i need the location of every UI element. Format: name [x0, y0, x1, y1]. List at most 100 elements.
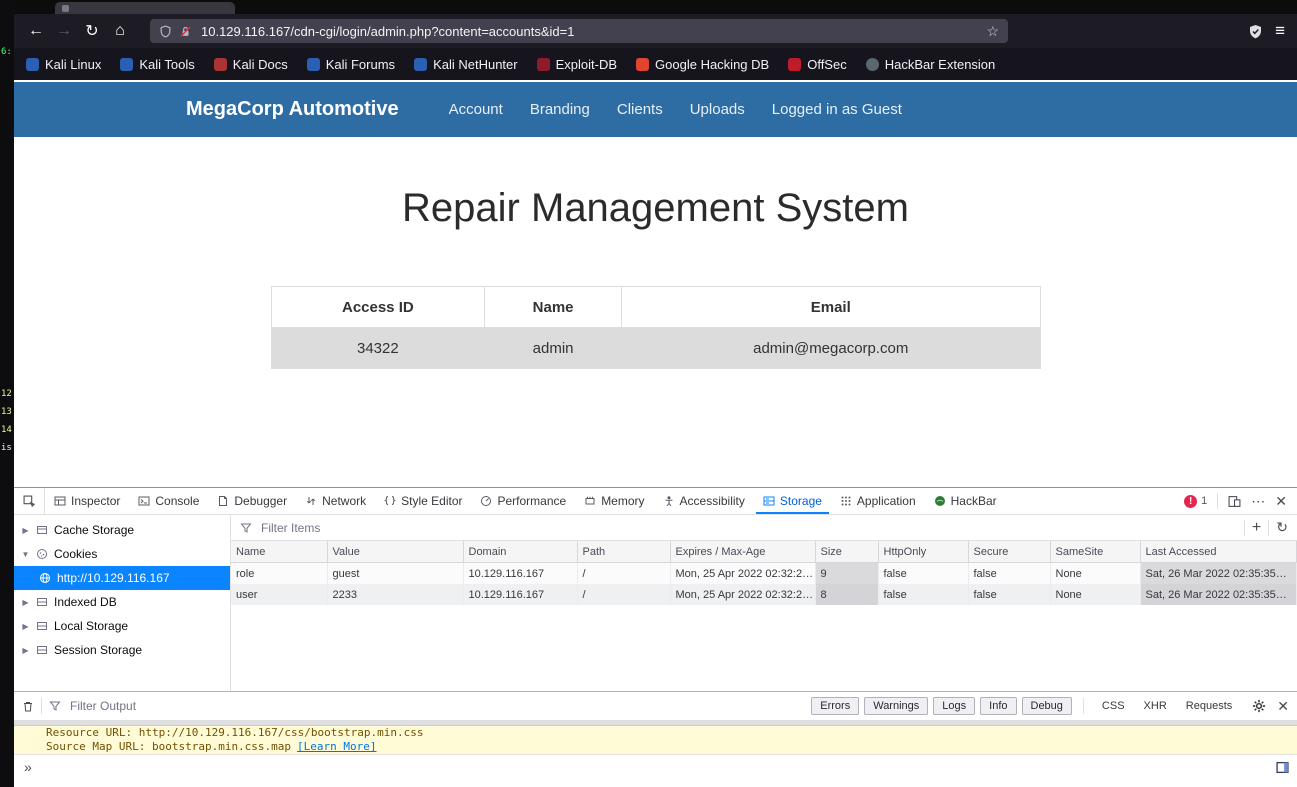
filter-warnings-button[interactable]: Warnings — [864, 697, 928, 715]
add-item-icon[interactable]: + — [1252, 519, 1261, 537]
cookie-cell[interactable]: / — [577, 563, 670, 585]
tab-debugger[interactable]: Debugger — [208, 488, 296, 514]
tab-memory[interactable]: Memory — [575, 488, 653, 514]
col-header-path[interactable]: Path — [577, 541, 670, 563]
cookie-cell[interactable]: 10.129.116.167 — [463, 584, 577, 605]
tab-accessibility[interactable]: Accessibility — [654, 488, 754, 514]
expand-console-chevrons-icon[interactable]: » — [24, 759, 32, 775]
col-header-expires[interactable]: Expires / Max-Age — [670, 541, 815, 563]
cookie-cell[interactable]: Mon, 25 Apr 2022 02:32:2… — [670, 563, 815, 585]
cookie-row-user[interactable]: user 2233 10.129.116.167 / Mon, 25 Apr 2… — [231, 584, 1297, 605]
chevron-right-icon[interactable]: ▶ — [21, 646, 30, 655]
filter-logs-button[interactable]: Logs — [933, 697, 975, 715]
nav-link-branding[interactable]: Branding — [530, 101, 590, 118]
nav-link-logged-in-as-guest[interactable]: Logged in as Guest — [772, 101, 902, 118]
bookmark-kali-linux[interactable]: Kali Linux — [26, 57, 101, 72]
cookie-cell[interactable]: None — [1050, 563, 1140, 585]
cookie-cell[interactable]: 2233 — [327, 584, 463, 605]
tab-network[interactable]: Network — [296, 488, 375, 514]
tab-style-editor[interactable]: Style Editor — [375, 488, 471, 514]
bookmark-google-hacking-db[interactable]: Google Hacking DB — [636, 57, 769, 72]
col-header-name[interactable]: Name — [231, 541, 327, 563]
nav-link-clients[interactable]: Clients — [617, 101, 663, 118]
cookie-row-role[interactable]: role guest 10.129.116.167 / Mon, 25 Apr … — [231, 563, 1297, 585]
tab-inspector[interactable]: Inspector — [45, 488, 129, 514]
col-header-value[interactable]: Value — [327, 541, 463, 563]
col-header-size[interactable]: Size — [815, 541, 878, 563]
refresh-items-icon[interactable]: ↻ — [1276, 519, 1288, 536]
bookmark-kali-nethunter[interactable]: Kali NetHunter — [414, 57, 518, 72]
cookie-cell[interactable]: Mon, 25 Apr 2022 02:32:2… — [670, 584, 815, 605]
console-message[interactable]: Resource URL: http://10.129.116.167/css/… — [14, 726, 1297, 740]
cookie-cell[interactable]: false — [878, 584, 968, 605]
cookie-cell[interactable]: false — [878, 563, 968, 585]
sidebar-toggle-icon[interactable] — [1276, 761, 1289, 774]
site-brand[interactable]: MegaCorp Automotive — [186, 98, 399, 121]
reload-button[interactable]: ↻ — [78, 18, 106, 44]
cookie-cell[interactable]: guest — [327, 563, 463, 585]
col-header-last-accessed[interactable]: Last Accessed — [1140, 541, 1297, 563]
chevron-right-icon[interactable]: ▶ — [21, 598, 30, 607]
filter-requests-button[interactable]: Requests — [1179, 698, 1239, 714]
bookmark-star-icon[interactable]: ☆ — [986, 23, 999, 40]
browser-tab[interactable] — [55, 2, 235, 14]
console-message[interactable]: Source Map URL: bootstrap.min.css.map[Le… — [14, 740, 1297, 754]
learn-more-link[interactable]: [Learn More] — [297, 740, 376, 753]
console-filter-input[interactable] — [68, 698, 312, 714]
cookie-cell[interactable]: 9 — [815, 563, 878, 585]
bookmark-exploit-db[interactable]: Exploit-DB — [537, 57, 617, 72]
menu-hamburger-icon[interactable]: ≡ — [1275, 21, 1285, 41]
forward-button[interactable]: → — [50, 18, 78, 44]
devtools-meatball-menu-icon[interactable]: ⋯ — [1251, 493, 1265, 510]
clear-console-trash-icon[interactable] — [22, 700, 34, 713]
sidebar-item-local-storage[interactable]: ▶ Local Storage — [14, 614, 230, 638]
bookmark-offsec[interactable]: OffSec — [788, 57, 847, 72]
filter-css-button[interactable]: CSS — [1095, 698, 1132, 714]
insecure-lock-icon[interactable] — [179, 25, 192, 38]
bookmark-kali-forums[interactable]: Kali Forums — [307, 57, 395, 72]
chevron-right-icon[interactable]: ▶ — [21, 526, 30, 535]
col-header-domain[interactable]: Domain — [463, 541, 577, 563]
sidebar-item-session-storage[interactable]: ▶ Session Storage — [14, 638, 230, 662]
sidebar-item-cookies[interactable]: ▼ Cookies — [14, 542, 230, 566]
nav-link-uploads[interactable]: Uploads — [690, 101, 745, 118]
bookmark-hackbar-extension[interactable]: HackBar Extension — [866, 57, 996, 72]
cookie-cell[interactable]: false — [968, 584, 1050, 605]
chevron-right-icon[interactable]: ▶ — [21, 622, 30, 631]
url-bar[interactable]: ☆ — [150, 19, 1008, 43]
sidebar-item-cache-storage[interactable]: ▶ Cache Storage — [14, 518, 230, 542]
storage-filter-input[interactable] — [259, 520, 1237, 536]
sidebar-item-cookie-host[interactable]: http://10.129.116.167 — [14, 566, 230, 590]
tab-storage[interactable]: Storage — [754, 488, 831, 514]
bookmark-kali-docs[interactable]: Kali Docs — [214, 57, 288, 72]
extension-shield-icon[interactable] — [1248, 24, 1263, 39]
cookie-cell[interactable]: false — [968, 563, 1050, 585]
tab-application[interactable]: Application — [831, 488, 925, 514]
url-input[interactable] — [199, 23, 979, 40]
filter-info-button[interactable]: Info — [980, 697, 1016, 715]
col-header-samesite[interactable]: SameSite — [1050, 541, 1140, 563]
bookmark-kali-tools[interactable]: Kali Tools — [120, 57, 194, 72]
back-button[interactable]: ← — [22, 18, 50, 44]
cookie-cell[interactable]: / — [577, 584, 670, 605]
cookie-cell[interactable]: role — [231, 563, 327, 585]
tab-hackbar[interactable]: HackBar — [925, 488, 1006, 514]
cookie-cell[interactable]: 10.129.116.167 — [463, 563, 577, 585]
error-badge-icon[interactable]: ! — [1184, 495, 1197, 508]
col-header-httponly[interactable]: HttpOnly — [878, 541, 968, 563]
home-button[interactable]: ⌂ — [106, 18, 134, 44]
tracking-protection-shield-icon[interactable] — [159, 25, 172, 38]
responsive-design-mode-icon[interactable] — [1228, 495, 1241, 508]
tab-performance[interactable]: Performance — [471, 488, 575, 514]
cookie-cell[interactable]: Sat, 26 Mar 2022 02:35:35… — [1140, 584, 1297, 605]
tab-console[interactable]: Console — [129, 488, 208, 514]
col-header-secure[interactable]: Secure — [968, 541, 1050, 563]
filter-xhr-button[interactable]: XHR — [1137, 698, 1174, 714]
pick-element-button[interactable] — [14, 488, 45, 514]
cookie-cell[interactable]: None — [1050, 584, 1140, 605]
filter-debug-button[interactable]: Debug — [1022, 697, 1072, 715]
chevron-down-icon[interactable]: ▼ — [21, 550, 30, 559]
cookie-cell[interactable]: Sat, 26 Mar 2022 02:35:35… — [1140, 563, 1297, 585]
cookie-cell[interactable]: 8 — [815, 584, 878, 605]
filter-errors-button[interactable]: Errors — [811, 697, 859, 715]
